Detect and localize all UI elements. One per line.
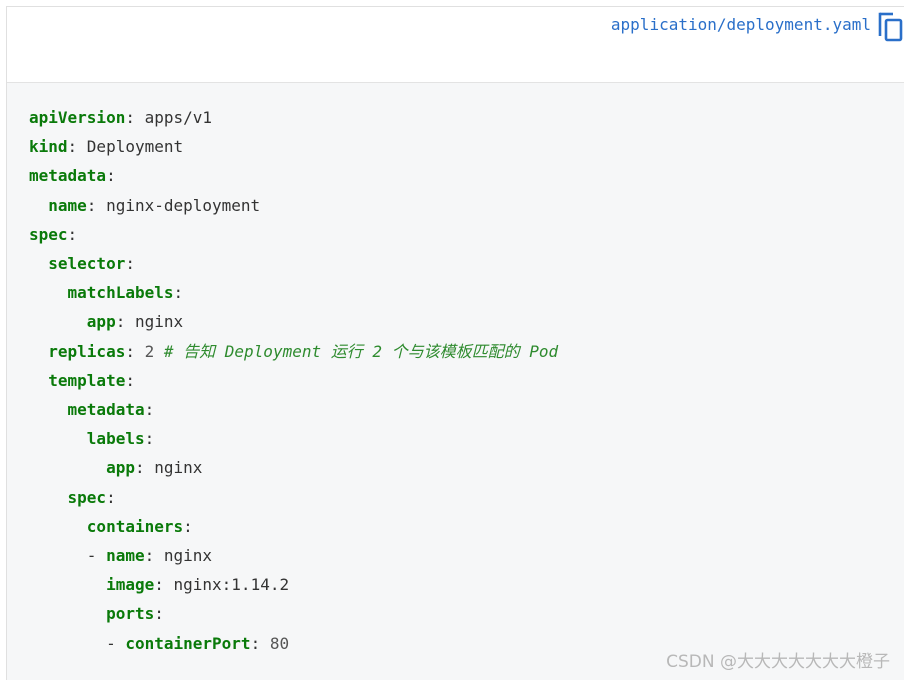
yaml-value: nginx [134,312,184,332]
yaml-key: name [48,195,87,215]
code-line: ports: [29,604,164,624]
code-line: matchLabels: [29,283,184,303]
yaml-key: kind [29,137,68,157]
yaml-key: ports [106,604,155,624]
yaml-separator: : [154,575,174,595]
yaml-key: matchLabels [67,283,174,303]
yaml-separator: : [134,458,155,478]
filename-label: application/deployment.yaml [610,15,871,34]
code-line: template: [29,371,135,391]
yaml-separator: : [173,283,184,303]
yaml-separator: : [144,546,164,565]
yaml-separator: : [125,254,135,273]
code-line: spec: [29,225,77,245]
code-line: apiVersion: apps/v1 [29,108,212,128]
code-indent: - [29,546,107,565]
yaml-separator: : [67,137,87,157]
yaml-key: spec [29,224,68,244]
yaml-separator: : [250,633,270,653]
code-header: application/deployment.yaml [7,7,904,83]
yaml-value: apps/v1 [144,108,213,127]
yaml-key: app [86,312,116,332]
yaml-value: 80 [269,633,290,653]
yaml-separator: : [125,370,135,390]
yaml-separator: : [144,400,155,419]
yaml-key: selector [48,254,126,273]
code-line: image: nginx:1.14.2 [29,575,289,595]
code-line: containers: [29,517,193,537]
yaml-value: nginx-deployment [106,195,261,215]
yaml-key: spec [67,487,107,507]
yaml-key: containerPort [125,633,251,653]
code-line: selector: [29,254,135,274]
code-line: kind: Deployment [29,137,183,157]
code-line: name: nginx-deployment [29,196,260,216]
yaml-separator: : [125,108,145,127]
code-line: replicas: 2 # 告知 Deployment 运行 2 个与该模板匹配… [29,342,558,362]
code-block: application/deployment.yaml apiVersion: … [6,6,904,680]
yaml-key: replicas [48,341,126,361]
yaml-separator: : [183,516,193,536]
code-line: metadata: [29,400,155,420]
code-line: - name: nginx [29,546,212,566]
yaml-separator: : [115,312,135,332]
yaml-key: labels [86,429,145,449]
yaml-value: nginx [154,458,203,478]
yaml-value: nginx:1.14.2 [173,575,290,595]
code-line: metadata: [29,166,116,186]
code-line: app: nginx [29,312,183,332]
code-line: app: nginx [29,458,202,478]
yaml-separator: : [67,224,78,244]
yaml-separator: : [106,487,116,507]
yaml-value: nginx [163,546,213,565]
yaml-comment: # 告知 Deployment 运行 2 个与该模板匹配的 Pod [163,341,559,361]
code-line: - containerPort: 80 [29,634,289,654]
yaml-separator: : [154,604,164,624]
csdn-watermark: CSDN @大大大大大大大橙子 [666,652,890,672]
code-line: spec: [29,488,116,508]
yaml-separator: : [86,195,107,215]
yaml-separator: : [144,429,155,449]
yaml-key: metadata [67,400,145,419]
yaml-separator: : [125,341,145,361]
yaml-value: 2 [144,341,155,361]
yaml-key: containers [86,516,184,536]
yaml-value: Deployment [86,137,184,157]
yaml-key: app [106,458,135,478]
yaml-key: image [106,575,155,595]
code-indent: - [29,633,126,653]
code-line: labels: [29,429,154,449]
yaml-separator: : [106,166,116,186]
yaml-key: metadata [29,166,107,186]
yaml-key: template [48,370,126,390]
copy-icon[interactable] [877,12,904,42]
code-area[interactable]: apiVersion: apps/v1 kind: Deployment metad… [7,83,904,680]
yaml-key: apiVersion [29,108,126,127]
yaml-key: name [106,546,145,565]
